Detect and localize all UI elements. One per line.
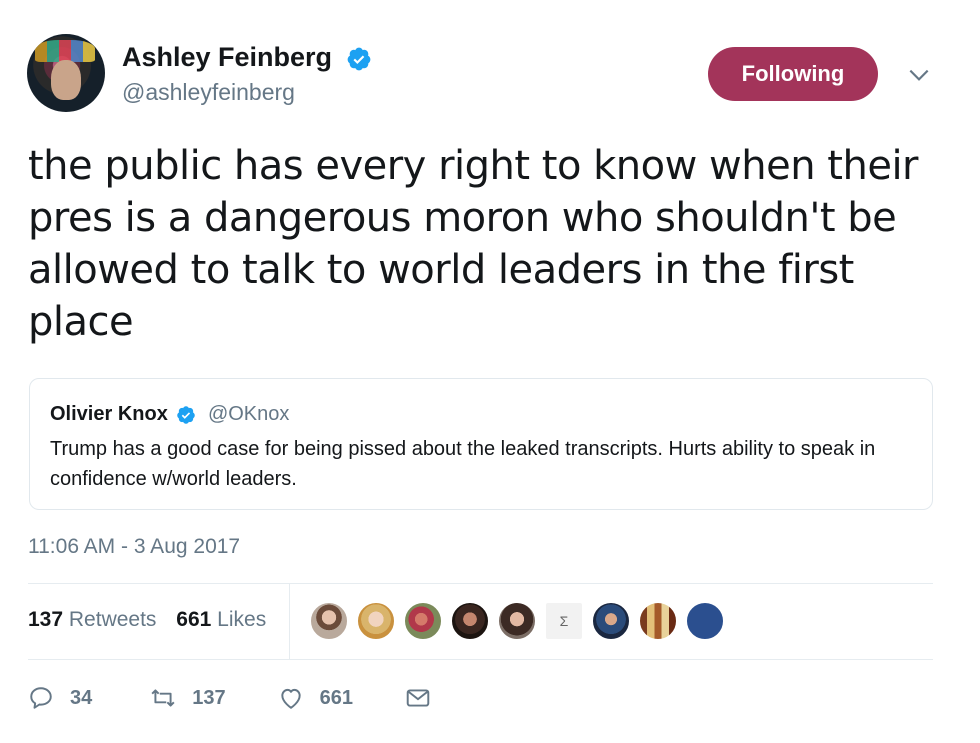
direct-message-button[interactable] <box>405 685 447 711</box>
quoted-author-handle: @OKnox <box>207 403 290 425</box>
divider <box>28 659 933 660</box>
envelope-icon <box>406 689 430 707</box>
retweet-count: 137 <box>192 686 226 709</box>
liker-avatar[interactable] <box>591 601 631 641</box>
likes-label: Likes <box>217 608 267 631</box>
quoted-tweet-text: Trump has a good case for being pissed a… <box>50 438 876 490</box>
tweet-timestamp[interactable]: 11:06 AM - 3 Aug 2017 <box>28 535 240 559</box>
verified-badge-icon <box>347 47 370 71</box>
liker-avatars: Σ <box>309 601 732 641</box>
tweet-actions: 34 137 661 <box>28 683 447 713</box>
likes-stat[interactable]: 661 Likes <box>176 608 266 631</box>
retweet-button[interactable]: 137 <box>150 685 226 711</box>
retweet-icon <box>151 689 175 707</box>
retweets-label: Retweets <box>68 608 157 631</box>
liker-avatar[interactable] <box>638 601 678 641</box>
author-name-row[interactable]: Ashley Feinberg <box>122 42 372 73</box>
liker-avatar[interactable] <box>497 601 537 641</box>
retweets-stat[interactable]: 137 Retweets <box>28 608 156 631</box>
liker-avatar[interactable]: Σ <box>544 601 584 641</box>
following-button[interactable]: Following <box>708 47 878 101</box>
like-count: 661 <box>319 686 353 709</box>
likes-count: 661 <box>176 608 212 631</box>
like-button[interactable]: 661 <box>278 685 353 711</box>
author-handle[interactable]: @ashleyfeinberg <box>122 79 295 106</box>
quoted-author-name: Olivier Knox <box>50 403 168 425</box>
quoted-author-row: Olivier Knox @OKnox <box>50 403 289 426</box>
tweet-text: the public has every right to know when … <box>28 143 919 345</box>
quoted-tweet-card[interactable]: Olivier Knox @OKnox Trump has a good cas… <box>29 378 933 510</box>
divider-vertical <box>289 583 290 659</box>
liker-avatar[interactable] <box>309 601 349 641</box>
quoted-verified-badge-icon <box>177 405 196 424</box>
retweets-count: 137 <box>28 608 64 631</box>
tweet-stats: 137 Retweets 661 Likes <box>28 608 266 632</box>
reply-count: 34 <box>70 686 93 709</box>
liker-avatar[interactable] <box>450 601 490 641</box>
liker-avatar[interactable] <box>685 601 725 641</box>
tweet: Ashley Feinberg @ashleyfeinberg Followin… <box>0 0 980 743</box>
reply-icon <box>30 687 52 709</box>
liker-avatar[interactable] <box>356 601 396 641</box>
divider <box>28 583 933 584</box>
liker-avatar[interactable] <box>403 601 443 641</box>
author-name[interactable]: Ashley Feinberg <box>122 42 332 72</box>
reply-button[interactable]: 34 <box>28 685 92 711</box>
heart-icon <box>280 688 301 709</box>
author-avatar[interactable] <box>27 34 105 112</box>
chevron-down-icon[interactable] <box>906 62 932 88</box>
